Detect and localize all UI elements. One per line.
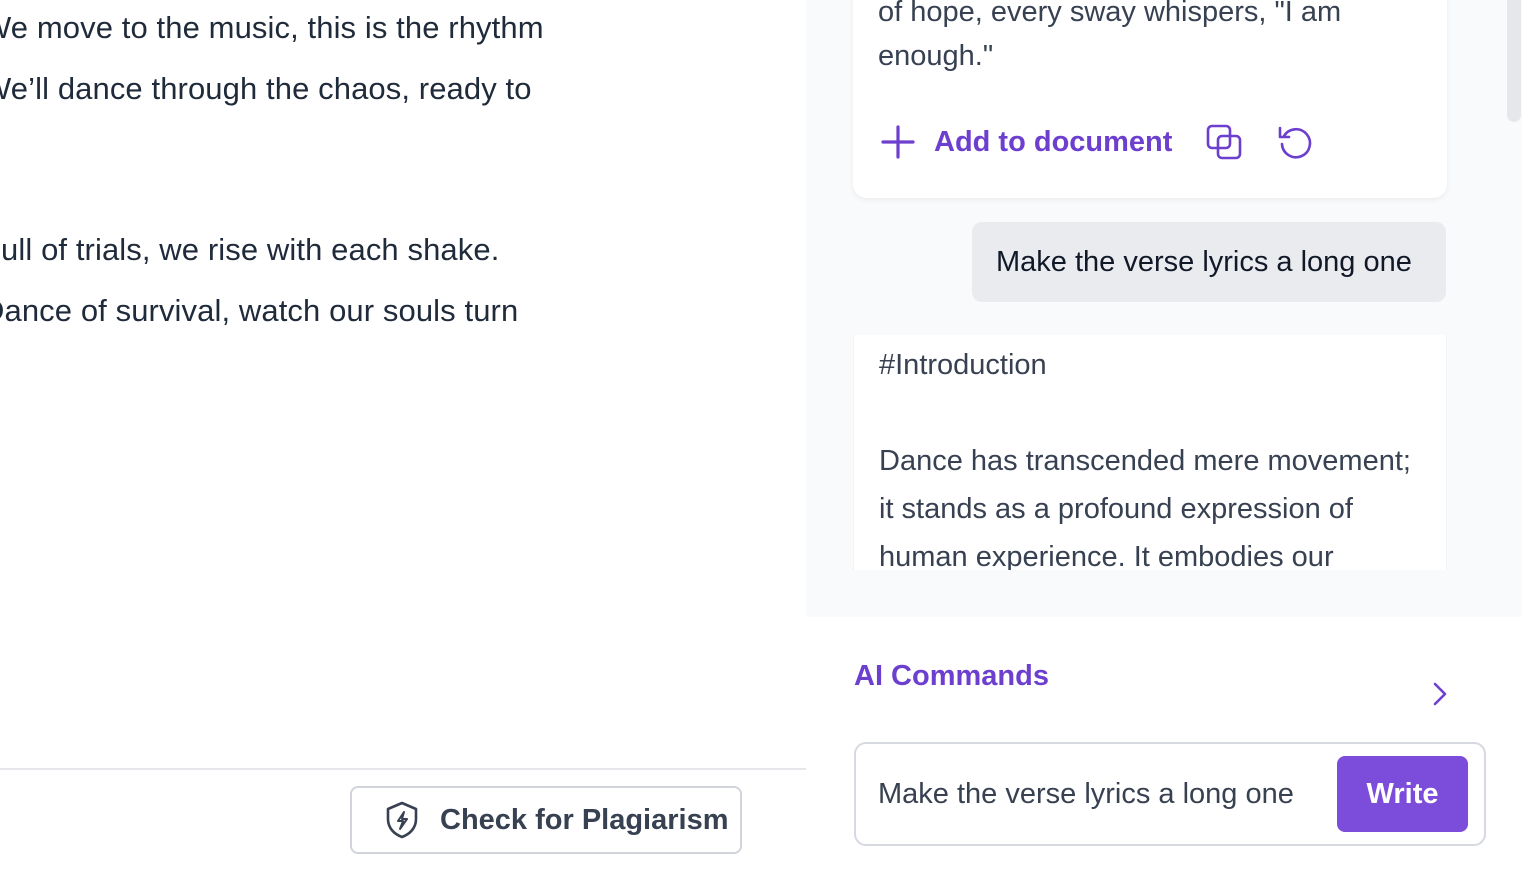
- chevron-right-icon[interactable]: [1426, 680, 1454, 708]
- response-text-line: Dance has transcended mere movement;: [879, 445, 1411, 477]
- document-editor[interactable]: We move to the music, this is the rhythm…: [0, 0, 806, 870]
- prompt-input[interactable]: [878, 770, 1326, 818]
- ai-commands-title[interactable]: AI Commands: [854, 660, 1049, 693]
- check-plagiarism-label: Check for Plagiarism: [440, 803, 729, 836]
- check-plagiarism-button[interactable]: Check for Plagiarism: [350, 786, 742, 854]
- app-root: We move to the music, this is the rhythm…: [0, 0, 1522, 870]
- response-text-line: enough.": [878, 40, 994, 72]
- scrollbar-thumb[interactable]: [1507, 0, 1521, 122]
- current-response-card: #Introduction Dance has transcended mere…: [853, 335, 1447, 570]
- editor-line: We move to the music, this is the rhythm: [0, 10, 544, 45]
- copy-icon[interactable]: [1204, 122, 1244, 162]
- user-message-bubble: Make the verse lyrics a long one: [972, 222, 1446, 302]
- response-text-line: of hope, every sway whispers, "I am: [878, 0, 1342, 28]
- add-to-document-label: Add to document: [934, 125, 1173, 158]
- refresh-icon[interactable]: [1276, 122, 1316, 162]
- editor-line: We’ll dance through the chaos, ready to: [0, 71, 532, 106]
- plus-icon: [878, 122, 918, 162]
- add-to-document-button[interactable]: Add to document: [878, 122, 1172, 162]
- editor-line: Full of trials, we rise with each shake.: [0, 232, 500, 267]
- write-button[interactable]: Write: [1337, 756, 1468, 832]
- response-text-line: human experience. It embodies our: [879, 541, 1334, 570]
- response-text-line: it stands as a profound expression of: [879, 493, 1353, 525]
- response-heading: #Introduction: [879, 349, 1047, 381]
- response-card: [853, 0, 1447, 198]
- editor-line: Dance of survival, watch our souls turn: [0, 293, 519, 328]
- panel-scrollbar[interactable]: [1505, 0, 1522, 122]
- response-actions: Add to document: [878, 118, 1316, 166]
- shield-icon: [384, 800, 420, 840]
